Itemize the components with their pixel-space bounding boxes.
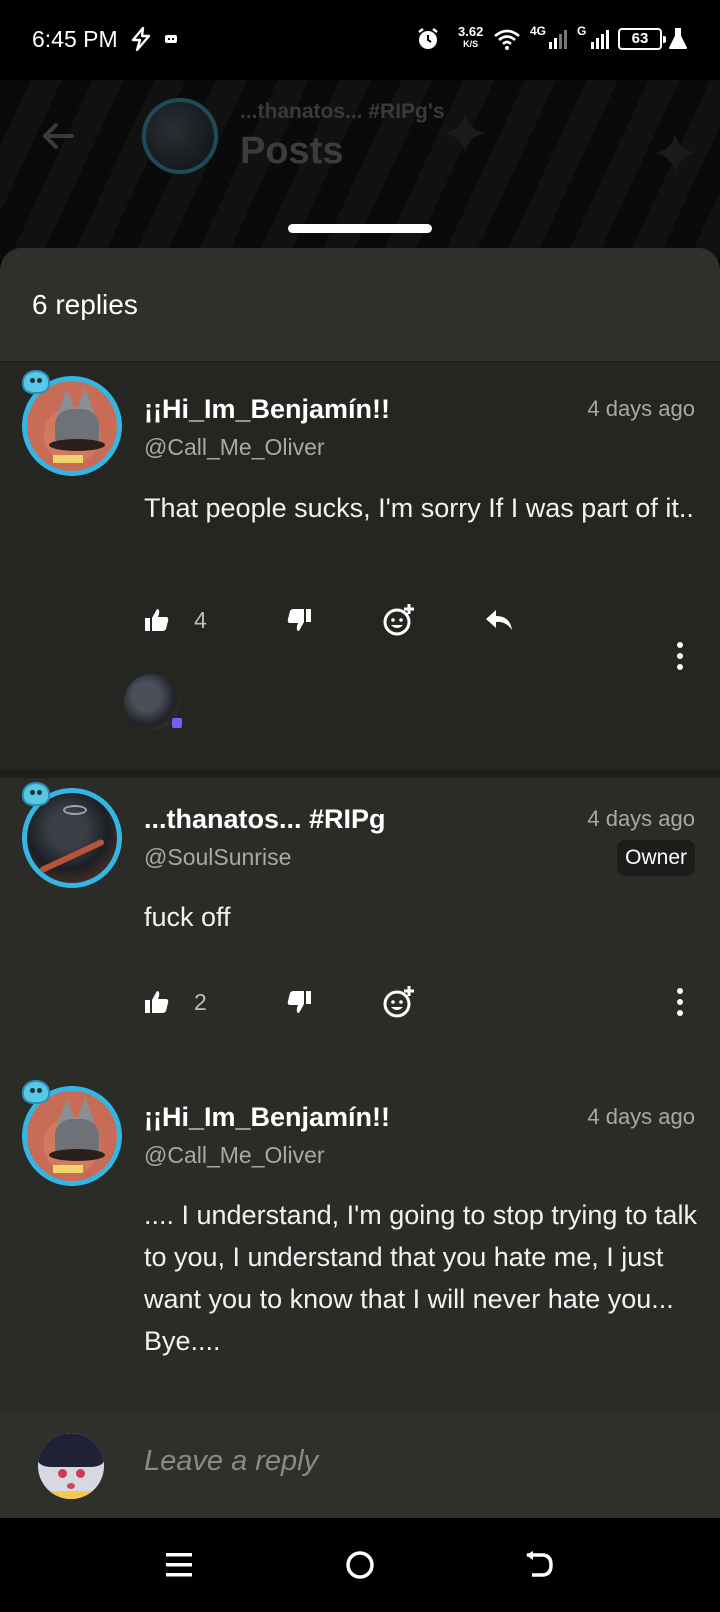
more-vertical-icon <box>677 653 683 659</box>
chat-badge-icon <box>170 716 184 730</box>
avatar-art <box>49 439 105 451</box>
avatar-frame-badge-icon <box>22 782 50 806</box>
status-bar: 6:45 PM 3.62 K/S 4G G 63 <box>0 0 720 80</box>
comment-time: 4 days ago <box>587 396 695 421</box>
comment-item: ¡¡Hi_Im_Benjamín!! 4 days ago @Call_Me_O… <box>0 362 720 770</box>
signal-4g-icon <box>548 26 570 52</box>
comment-text: That people sucks, I'm sorry If I was pa… <box>144 493 694 523</box>
avatar-art <box>53 1165 83 1173</box>
back-button[interactable] <box>38 116 78 156</box>
thumbs-down-icon <box>287 991 311 1013</box>
flash-icon <box>130 26 152 52</box>
more-options-button[interactable] <box>670 982 690 1022</box>
thumbs-up-icon <box>145 609 169 631</box>
network-4g-label: 4G <box>530 24 547 38</box>
avatar-art <box>39 838 105 874</box>
reply-bar: Leave a reply <box>0 1413 720 1518</box>
like-button[interactable]: 2 <box>144 982 207 1022</box>
replies-sheet: 6 replies ¡¡Hi_Im_Benjamín!! 4 days ago … <box>0 248 720 1518</box>
menu-icon <box>166 1553 192 1577</box>
comment-text: .... I understand, I'm going to stop try… <box>144 1200 697 1356</box>
comment-handle: @Call_Me_Oliver <box>144 434 325 460</box>
avatar-art <box>63 805 87 815</box>
more-vertical-icon <box>677 988 683 994</box>
add-reaction-icon <box>383 986 414 1018</box>
dislike-button[interactable] <box>286 600 312 640</box>
network-speed-unit: K/S <box>463 39 479 49</box>
comment-handle: @SoulSunrise <box>144 844 292 870</box>
thumbs-down-icon <box>287 609 311 631</box>
more-options-button[interactable] <box>670 636 690 676</box>
comment-time: 4 days ago <box>587 806 695 831</box>
avatar-art <box>76 1469 85 1478</box>
home-circle-icon <box>346 1551 374 1579</box>
reply-arrow-icon <box>486 610 512 630</box>
community-avatar[interactable] <box>142 98 218 174</box>
home-button[interactable] <box>337 1542 383 1588</box>
like-count: 4 <box>194 606 207 633</box>
replies-count: 6 replies <box>32 288 138 320</box>
add-reaction-button[interactable] <box>382 982 416 1022</box>
notification-icon <box>164 26 178 52</box>
more-vertical-icon <box>677 1010 683 1016</box>
comment-actions: 2 <box>144 982 704 1022</box>
comment-username[interactable]: ¡¡Hi_Im_Benjamín!! <box>144 1102 390 1133</box>
back-icon <box>526 1551 553 1577</box>
network-g-label: G <box>577 24 587 38</box>
lab-flask-icon <box>668 26 688 52</box>
network-speed-value: 3.62 <box>458 24 484 39</box>
avatar-art <box>53 455 83 463</box>
comment-item: ...thanatos... #RIPg 4 days ago @SoulSun… <box>0 778 720 1076</box>
sheet-drag-handle[interactable] <box>288 224 432 233</box>
sparkle-decoration: ✦ <box>440 101 491 168</box>
signal-g-icon <box>590 26 612 52</box>
add-reaction-icon <box>383 604 414 636</box>
more-vertical-icon <box>677 999 683 1005</box>
network-speed: 3.62 K/S <box>458 25 483 51</box>
system-nav-bar <box>0 1518 720 1612</box>
comment-text: fuck off <box>144 902 231 932</box>
thumbs-up-icon <box>145 991 169 1013</box>
like-count: 2 <box>194 988 207 1015</box>
more-vertical-icon <box>677 642 683 648</box>
page-header: ✦ ✦ ...thanatos... #RIPg's Posts <box>0 80 720 260</box>
divider <box>0 770 720 778</box>
my-avatar[interactable] <box>38 1433 104 1499</box>
avatar-art <box>67 1483 75 1489</box>
add-reaction-button[interactable] <box>382 600 416 640</box>
comment-time: 4 days ago <box>587 1104 695 1129</box>
back-nav-button[interactable] <box>516 1542 562 1588</box>
alarm-icon <box>416 26 440 52</box>
page-title: Posts <box>240 130 344 172</box>
comment-username[interactable]: ¡¡Hi_Im_Benjamín!! <box>144 394 390 425</box>
comment-username[interactable]: ...thanatos... #RIPg <box>144 804 386 835</box>
community-name: ...thanatos... #RIPg's <box>240 100 445 123</box>
like-button[interactable]: 4 <box>144 600 207 640</box>
avatar-frame-badge-icon <box>22 370 50 394</box>
wifi-icon <box>494 26 520 52</box>
comment-item: ¡¡Hi_Im_Benjamín!! 4 days ago @Call_Me_O… <box>0 1076 720 1420</box>
avatar-art <box>49 1149 105 1161</box>
avatar-art <box>38 1433 104 1467</box>
more-vertical-icon <box>677 664 683 670</box>
battery-indicator: 63 <box>618 28 666 50</box>
sparkle-decoration: ✦ <box>650 121 701 188</box>
menu-button[interactable] <box>156 1542 202 1588</box>
dislike-button[interactable] <box>286 982 312 1022</box>
reply-button[interactable] <box>484 600 514 640</box>
status-time: 6:45 PM <box>32 26 118 52</box>
avatar-frame-badge-icon <box>22 1080 50 1104</box>
reply-input[interactable]: Leave a reply <box>144 1445 318 1478</box>
replies-header: 6 replies <box>0 248 720 362</box>
comment-actions: 4 <box>144 600 704 640</box>
avatar-art <box>58 1469 67 1478</box>
comment-handle: @Call_Me_Oliver <box>144 1142 325 1168</box>
owner-badge: Owner <box>617 840 695 876</box>
avatar-art <box>48 1491 94 1499</box>
